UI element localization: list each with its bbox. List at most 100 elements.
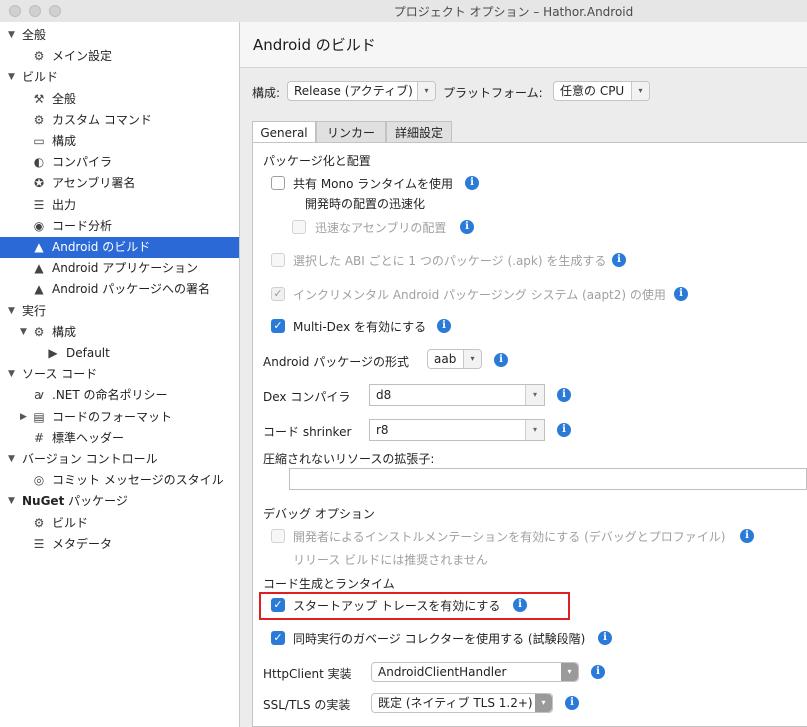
disclosure-triangle-icon[interactable]: ▼ bbox=[8, 25, 15, 46]
chevron-updown-icon: ▾ bbox=[535, 694, 552, 712]
disclosure-triangle-icon[interactable]: ▼ bbox=[8, 449, 15, 470]
sidebar-item[interactable]: ⚙ カスタム コマンド bbox=[0, 110, 239, 131]
dex-compiler-label: Dex コンパイラ bbox=[263, 390, 351, 404]
info-icon[interactable]: i bbox=[591, 665, 605, 679]
sidebar-item[interactable]: ☰ メタデータ bbox=[0, 534, 239, 555]
sidebar-item[interactable]: ▭ 構成 bbox=[0, 131, 239, 152]
sidebar-item-label: 標準ヘッダー bbox=[52, 430, 125, 445]
sidebar-item-label: NuGet パッケージ bbox=[22, 491, 128, 512]
sidebar-item[interactable]: ▼ NuGet パッケージ bbox=[0, 491, 239, 512]
code-shrinker-label: コード shrinker bbox=[263, 425, 352, 439]
sidebar-item[interactable]: ▼ 全般 bbox=[0, 25, 239, 46]
sidebar-item[interactable]: ▼ ビルド bbox=[0, 67, 239, 88]
info-icon[interactable]: i bbox=[437, 319, 451, 333]
sidebar-item[interactable]: ▶ ▤ コードのフォーマット bbox=[0, 407, 239, 428]
sidebar-item[interactable]: ⚙ メイン設定 bbox=[0, 46, 239, 67]
concurrent-gc-checkbox[interactable]: ✓ bbox=[271, 631, 285, 645]
sidebar-item[interactable]: ▼ ソース コード bbox=[0, 364, 239, 385]
sidebar-item-label: メタデータ bbox=[52, 536, 113, 551]
startup-tracing-checkbox[interactable]: ✓ bbox=[271, 598, 285, 612]
info-icon[interactable]: i bbox=[565, 696, 579, 710]
fast-assembly-checkbox[interactable] bbox=[292, 220, 306, 234]
code-shrinker-combo[interactable]: r8 ▾ bbox=[369, 419, 545, 441]
sidebar-item-label: 出力 bbox=[52, 197, 77, 212]
httpclient-label: HttpClient 実装 bbox=[263, 667, 352, 681]
info-icon[interactable]: i bbox=[460, 220, 474, 234]
window-icon: ▭ bbox=[33, 134, 45, 148]
info-icon[interactable]: i bbox=[513, 598, 527, 612]
sidebar-item[interactable]: ⚙ ビルド bbox=[0, 513, 239, 534]
android-icon: ▲ bbox=[34, 240, 44, 254]
disclosure-triangle-icon[interactable]: ▼ bbox=[20, 322, 27, 343]
tab-linker[interactable]: リンカー bbox=[316, 121, 386, 143]
uncompressed-extensions-input[interactable] bbox=[289, 468, 807, 490]
sidebar-item[interactable]: ◐ コンパイラ bbox=[0, 152, 239, 173]
httpclient-value: AndroidClientHandler bbox=[378, 665, 507, 679]
sidebar-item-label: メイン設定 bbox=[52, 49, 113, 64]
sidebar-item-label: 構成 bbox=[52, 134, 77, 148]
main-content: Android のビルド 構成: Release (アクティブ) ▾ プラットフ… bbox=[240, 22, 807, 727]
ssl-select[interactable]: 既定 (ネイティブ TLS 1.2+) ▾ bbox=[371, 693, 553, 713]
sidebar-item[interactable]: ▶ Default bbox=[0, 343, 239, 364]
sidebar-item[interactable]: # 標準ヘッダー bbox=[0, 428, 239, 449]
disclosure-triangle-icon[interactable]: ▼ bbox=[8, 364, 15, 385]
sidebar-item[interactable]: ◉ コード分析 bbox=[0, 216, 239, 237]
sidebar-item-label: ソース コード bbox=[22, 367, 98, 382]
fast-assembly-label: 迅速なアセンブリの配置 bbox=[315, 221, 447, 235]
per-abi-checkbox[interactable] bbox=[271, 253, 285, 267]
sidebar-item[interactable]: ✪ アセンブリ署名 bbox=[0, 173, 239, 194]
tab-general[interactable]: General bbox=[252, 121, 316, 143]
multidex-checkbox[interactable]: ✓ bbox=[271, 319, 285, 333]
disclosure-triangle-icon[interactable]: ▶ bbox=[20, 407, 27, 428]
code-shrinker-value: r8 bbox=[376, 423, 389, 437]
info-icon[interactable]: i bbox=[598, 631, 612, 645]
config-select-value: Release (アクティブ) bbox=[294, 84, 413, 98]
sidebar-item[interactable]: ▲ Android のビルド bbox=[0, 237, 239, 258]
info-icon[interactable]: i bbox=[494, 353, 508, 367]
disclosure-triangle-icon[interactable]: ▼ bbox=[8, 491, 15, 512]
info-icon[interactable]: i bbox=[740, 529, 754, 543]
window-title: プロジェクト オプション – Hathor.Android bbox=[393, 5, 634, 19]
sidebar-item[interactable]: ꜹ .NET の命名ポリシー bbox=[0, 385, 239, 406]
sidebar-item-label: 実行 bbox=[22, 303, 47, 318]
disclosure-triangle-icon[interactable]: ▼ bbox=[8, 301, 15, 322]
info-icon[interactable]: i bbox=[557, 388, 571, 402]
tab-advanced-label: 詳細設定 bbox=[394, 126, 443, 140]
title-bar: プロジェクト オプション – Hathor.Android bbox=[0, 0, 807, 23]
chevron-down-icon[interactable]: ▾ bbox=[525, 420, 544, 440]
sidebar-item-label-bold: NuGet bbox=[22, 494, 65, 509]
sidebar-item[interactable]: ◎ コミット メッセージのスタイル bbox=[0, 470, 239, 491]
ssl-label: SSL/TLS の実装 bbox=[263, 698, 351, 712]
sidebar-item-label: Android パッケージへの署名 bbox=[52, 282, 210, 297]
sidebar-item[interactable]: ▲ Android パッケージへの署名 bbox=[0, 279, 239, 300]
sidebar-item[interactable]: ⚒ 全般 bbox=[0, 89, 239, 110]
format-icon: ▤ bbox=[33, 409, 45, 424]
dex-compiler-combo[interactable]: d8 ▾ bbox=[369, 384, 545, 406]
config-select[interactable]: Release (アクティブ) ▾ bbox=[287, 81, 436, 101]
sidebar-item-label: コンパイラ bbox=[52, 155, 113, 170]
sidebar-item-label: .NET の命名ポリシー bbox=[52, 388, 168, 403]
sidebar-item-label: ビルド bbox=[22, 70, 59, 85]
shared-mono-label: 共有 Mono ランタイムを使用 bbox=[293, 177, 454, 191]
tab-advanced[interactable]: 詳細設定 bbox=[386, 121, 452, 143]
chevron-updown-icon: ▾ bbox=[417, 82, 435, 100]
package-format-select[interactable]: aab ▾ bbox=[427, 349, 482, 369]
httpclient-select[interactable]: AndroidClientHandler ▾ bbox=[371, 662, 579, 682]
packaging-heading: パッケージ化と配置 bbox=[263, 154, 371, 168]
sidebar-item[interactable]: ▼ 実行 bbox=[0, 301, 239, 322]
platform-select[interactable]: 任意の CPU ▾ bbox=[553, 81, 650, 101]
sidebar-item[interactable]: ☰ 出力 bbox=[0, 195, 239, 216]
chevron-down-icon[interactable]: ▾ bbox=[525, 385, 544, 405]
info-icon[interactable]: i bbox=[557, 423, 571, 437]
info-icon[interactable]: i bbox=[674, 287, 688, 301]
dev-instrumentation-note: リリース ビルドには推奨されません bbox=[293, 553, 488, 567]
sidebar-item[interactable]: ▼ バージョン コントロール bbox=[0, 449, 239, 470]
disclosure-triangle-icon[interactable]: ▼ bbox=[8, 67, 15, 88]
sidebar-item[interactable]: ▼ ⚙ 構成 bbox=[0, 322, 239, 343]
sidebar-item[interactable]: ▲ Android アプリケーション bbox=[0, 258, 239, 279]
info-icon[interactable]: i bbox=[465, 176, 479, 190]
shared-mono-checkbox[interactable] bbox=[271, 176, 285, 190]
info-icon[interactable]: i bbox=[612, 253, 626, 267]
dev-instrumentation-checkbox[interactable] bbox=[271, 529, 285, 543]
aapt2-checkbox[interactable]: ✓ bbox=[271, 287, 285, 301]
